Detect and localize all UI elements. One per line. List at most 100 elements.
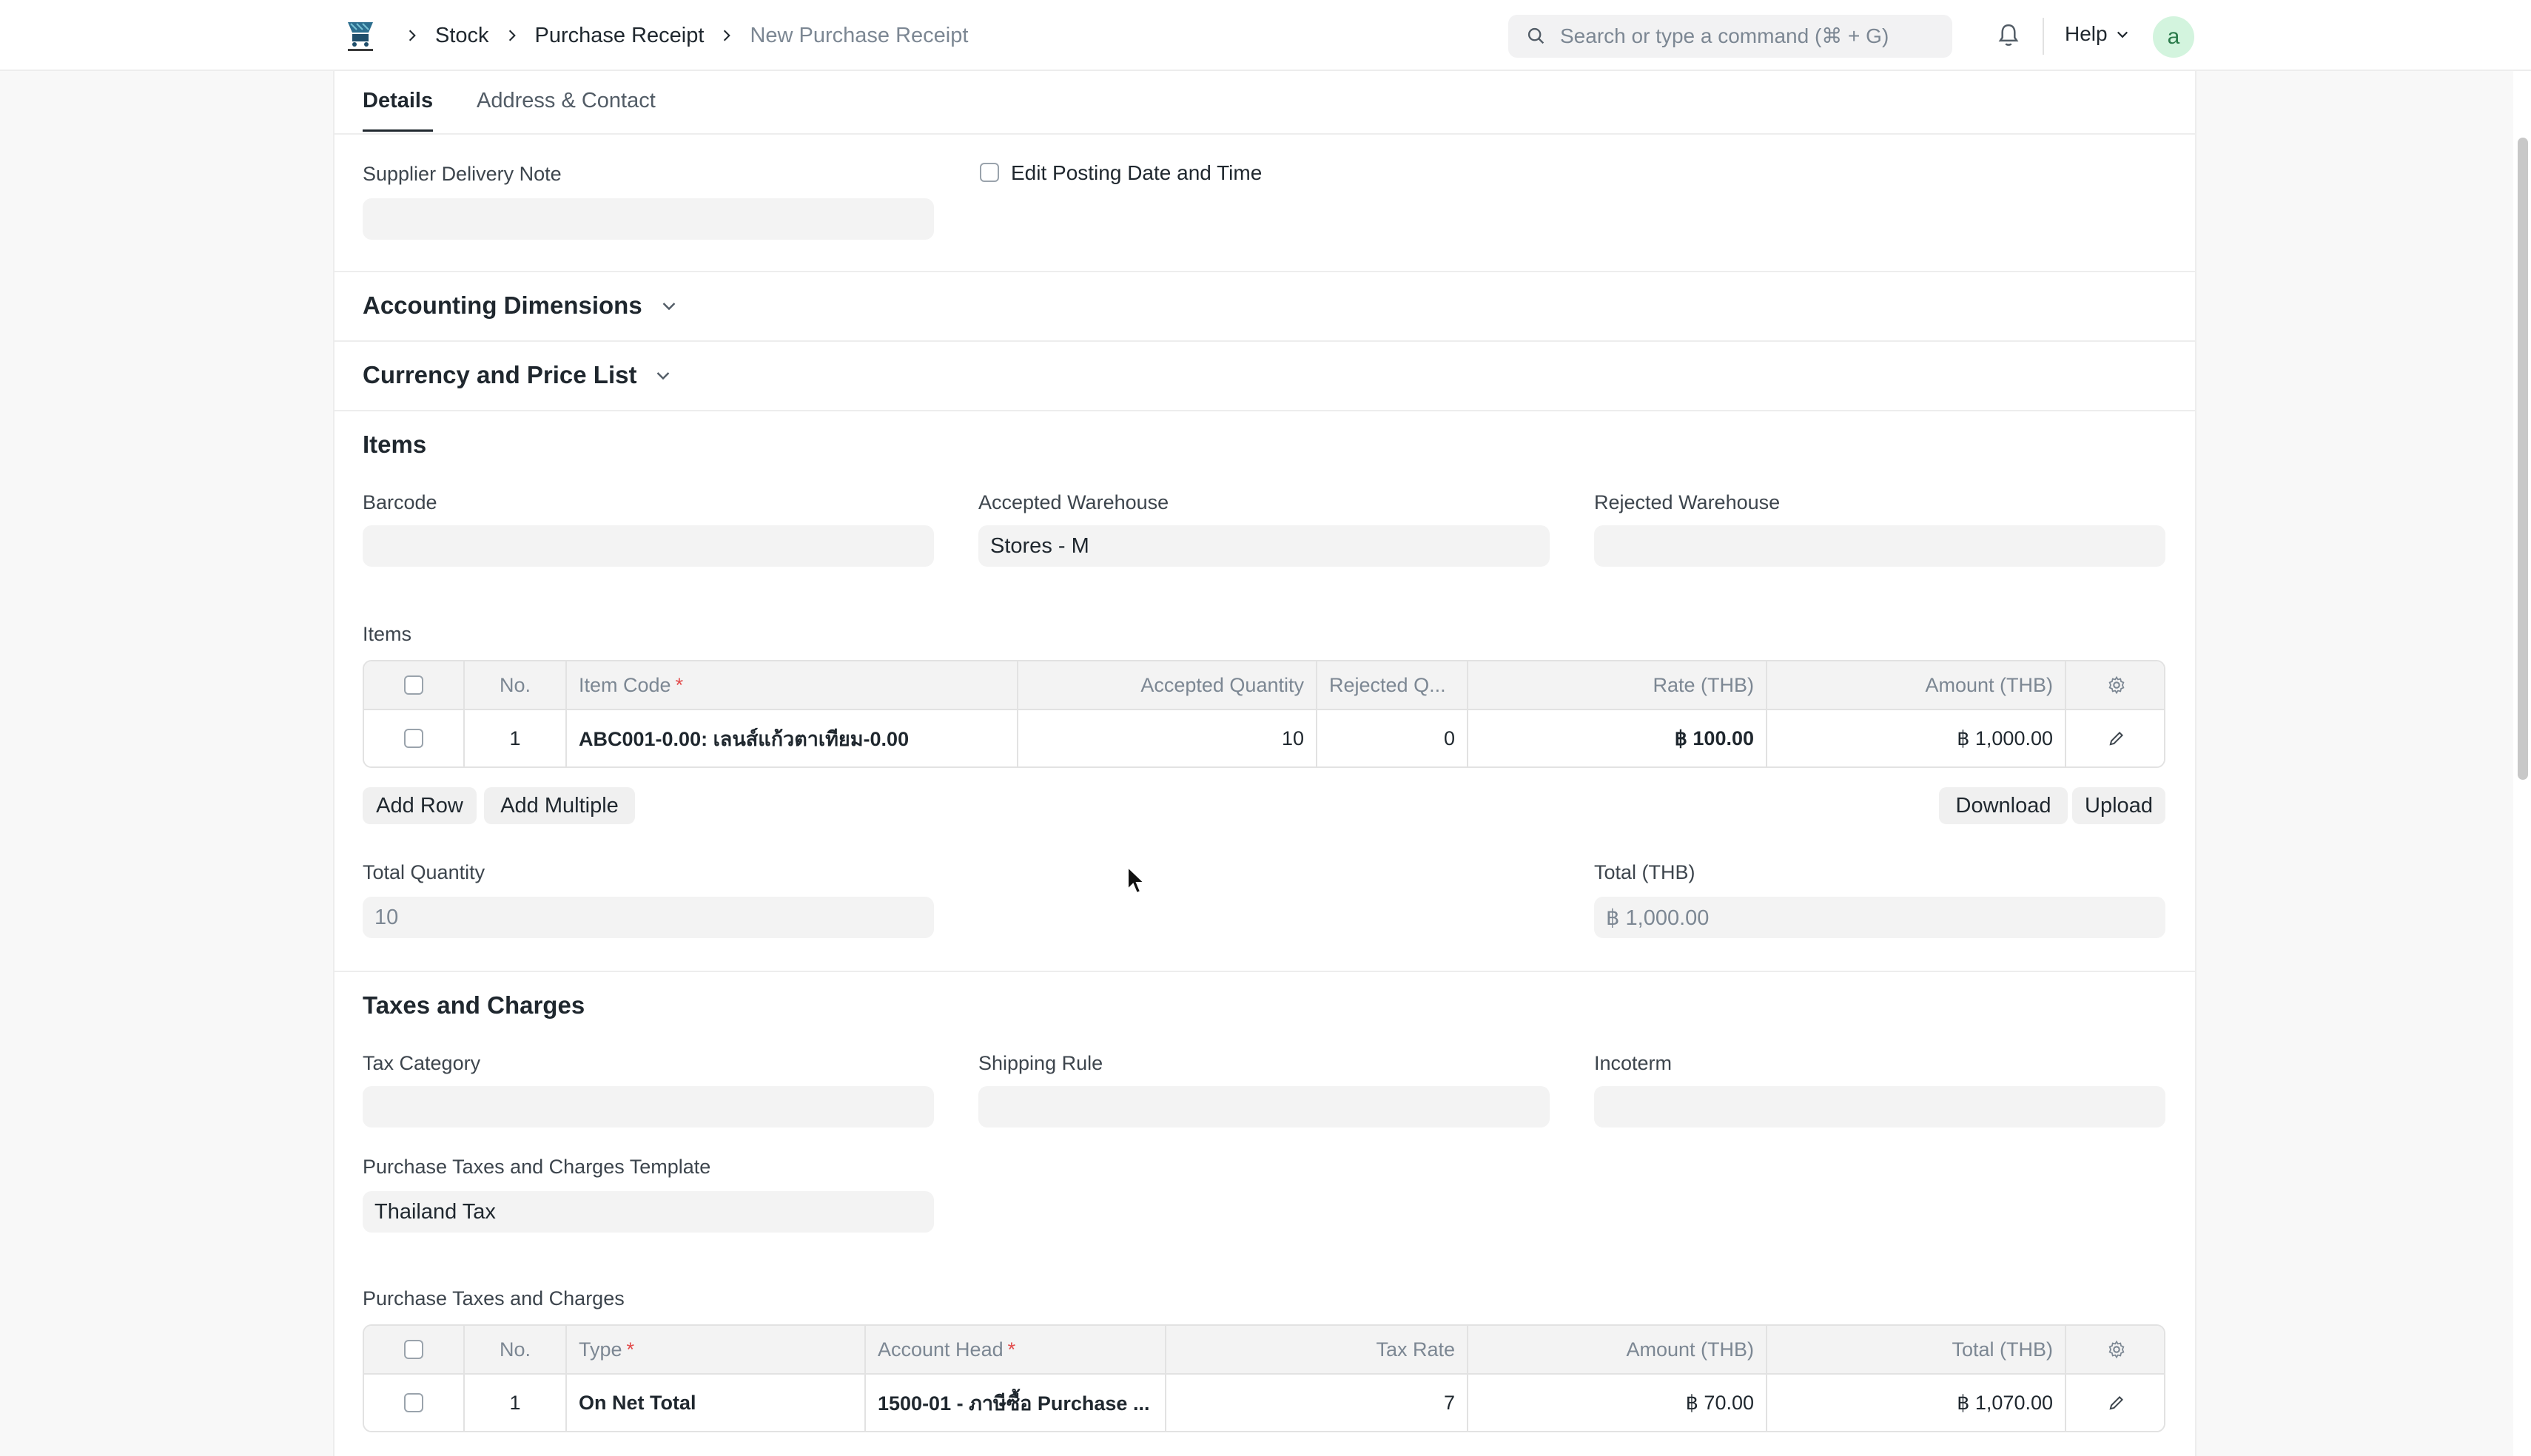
tab-address-contact[interactable]: Address & Contact <box>477 89 656 129</box>
section-divider <box>335 410 2195 411</box>
row-select-cell <box>364 1375 465 1431</box>
upload-button[interactable]: Upload <box>2072 787 2165 824</box>
chevron-right-icon <box>406 29 419 42</box>
chevron-down-icon <box>2117 31 2128 38</box>
accepted-warehouse-label: Accepted Warehouse <box>978 491 1169 513</box>
accounting-dimensions-title: Accounting Dimensions <box>363 291 642 319</box>
type-cell[interactable]: On Net Total <box>567 1375 866 1431</box>
search-bar[interactable] <box>1508 15 1952 58</box>
taxes-table-header: No. Type * Account Head * Tax Rate Amount … <box>364 1326 2164 1373</box>
breadcrumb-purchase-receipt[interactable]: Purchase Receipt <box>535 24 705 48</box>
select-all-checkbox[interactable] <box>404 1340 423 1359</box>
column-header: No. <box>465 1326 567 1373</box>
column-header-label: Item Code <box>579 673 671 696</box>
row-edit-cell <box>2066 710 2164 766</box>
chevron-right-icon <box>720 29 733 42</box>
column-header-account-head: Account Head * <box>866 1326 1166 1373</box>
column-header-type: Type * <box>567 1326 866 1373</box>
tax-category-field[interactable] <box>363 1086 934 1128</box>
currency-price-list-title: Currency and Price List <box>363 361 637 388</box>
breadcrumb: Stock Purchase Receipt New Purchase Rece… <box>406 21 968 50</box>
tab-details[interactable]: Details <box>363 89 434 132</box>
app-logo[interactable] <box>342 18 379 55</box>
gear-icon[interactable] <box>2106 675 2127 695</box>
help-dropdown[interactable]: Help <box>2065 22 2130 46</box>
help-label: Help <box>2065 22 2108 45</box>
shipping-rule-label: Shipping Rule <box>978 1052 1103 1074</box>
tax-category-label: Tax Category <box>363 1052 481 1074</box>
section-divider <box>335 271 2195 272</box>
column-header: Rejected Q... <box>1317 661 1468 709</box>
search-icon <box>1527 27 1545 44</box>
column-header-label: Type <box>579 1338 622 1361</box>
supplier-delivery-note-field[interactable] <box>363 198 934 240</box>
column-header: Amount (THB) <box>1767 661 2066 709</box>
incoterm-field[interactable] <box>1594 1086 2165 1128</box>
column-header: No. <box>465 661 567 709</box>
chevron-down-icon <box>662 303 676 311</box>
items-table-header: No. Item Code * Accepted Quantity Rejecte… <box>364 661 2164 709</box>
currency-price-list-header[interactable]: Currency and Price List <box>363 361 672 389</box>
tax-rate-cell[interactable]: 7 <box>1166 1375 1468 1431</box>
edit-pencil-icon[interactable] <box>2106 728 2127 749</box>
download-button[interactable]: Download <box>1939 787 2068 824</box>
tax-total-cell: ฿ 1,070.00 <box>1767 1375 2066 1431</box>
supplier-delivery-note-label: Supplier Delivery Note <box>363 163 562 185</box>
add-row-button[interactable]: Add Row <box>363 787 477 824</box>
rejected-qty-cell[interactable]: 0 <box>1317 710 1468 766</box>
scrollbar-thumb[interactable] <box>2518 138 2528 780</box>
total-thb-field: ฿ 1,000.00 <box>1594 897 2165 938</box>
accounting-dimensions-header[interactable]: Accounting Dimensions <box>363 291 678 320</box>
barcode-label: Barcode <box>363 491 437 513</box>
edit-pencil-icon[interactable] <box>2106 1392 2127 1413</box>
select-all-cell <box>364 1326 465 1373</box>
chevron-down-icon <box>657 372 670 380</box>
account-head-cell[interactable]: 1500-01 - ภาษีซื้อ Purchase ... <box>866 1375 1166 1431</box>
navbar: Stock Purchase Receipt New Purchase Rece… <box>0 0 2531 71</box>
total-quantity-label: Total Quantity <box>363 861 485 883</box>
column-header: Tax Rate <box>1166 1326 1468 1373</box>
items-table-label: Items <box>363 623 412 645</box>
required-asterisk: * <box>626 1338 635 1361</box>
row-checkbox[interactable] <box>404 1393 423 1412</box>
breadcrumb-stock[interactable]: Stock <box>435 24 489 48</box>
table-row[interactable]: 1 ABC001-0.00: เลนส์แก้วตาเทียม-0.00 10 … <box>364 709 2164 766</box>
amount-cell: ฿ 1,000.00 <box>1767 710 2066 766</box>
accepted-warehouse-field[interactable]: Stores - M <box>978 525 1550 567</box>
edit-posting-checkbox[interactable] <box>980 163 999 182</box>
taxes-section-title: Taxes and Charges <box>363 991 585 1019</box>
row-edit-cell <box>2066 1375 2164 1431</box>
accepted-qty-cell[interactable]: 10 <box>1018 710 1317 766</box>
chevron-right-icon <box>505 29 519 42</box>
avatar[interactable]: a <box>2153 16 2194 58</box>
mouse-cursor-icon <box>1127 866 1146 894</box>
edit-posting-label: Edit Posting Date and Time <box>1011 161 1263 184</box>
add-multiple-button[interactable]: Add Multiple <box>484 787 635 824</box>
barcode-field[interactable] <box>363 525 934 567</box>
shipping-rule-field[interactable] <box>978 1086 1550 1128</box>
breadcrumb-current: New Purchase Receipt <box>750 23 969 47</box>
table-row[interactable]: 1 On Net Total 1500-01 - ภาษีซื้อ Purcha… <box>364 1373 2164 1431</box>
column-header-label: Account Head <box>878 1338 1004 1361</box>
section-divider <box>335 340 2195 342</box>
rate-cell[interactable]: ฿ 100.00 <box>1468 710 1767 766</box>
select-all-cell <box>364 661 465 709</box>
select-all-checkbox[interactable] <box>404 675 423 695</box>
taxes-table: No. Type * Account Head * Tax Rate Amount … <box>363 1324 2165 1432</box>
column-header-item-code: Item Code * <box>567 661 1018 709</box>
gear-icon[interactable] <box>2106 1339 2127 1360</box>
row-checkbox[interactable] <box>404 729 423 748</box>
column-header: Total (THB) <box>1767 1326 2066 1373</box>
required-asterisk: * <box>675 673 684 696</box>
search-input[interactable] <box>1560 24 1945 48</box>
incoterm-label: Incoterm <box>1594 1052 1673 1074</box>
rejected-warehouse-field[interactable] <box>1594 525 2165 567</box>
item-code-cell[interactable]: ABC001-0.00: เลนส์แก้วตาเทียม-0.00 <box>567 710 1018 766</box>
column-header: Rate (THB) <box>1468 661 1767 709</box>
notification-bell-icon[interactable] <box>1996 22 2021 49</box>
items-section-title: Items <box>363 431 427 458</box>
column-header: Amount (THB) <box>1468 1326 1767 1373</box>
total-thb-label: Total (THB) <box>1594 861 1695 883</box>
row-select-cell <box>364 710 465 766</box>
taxes-template-field[interactable]: Thailand Tax <box>363 1191 934 1233</box>
